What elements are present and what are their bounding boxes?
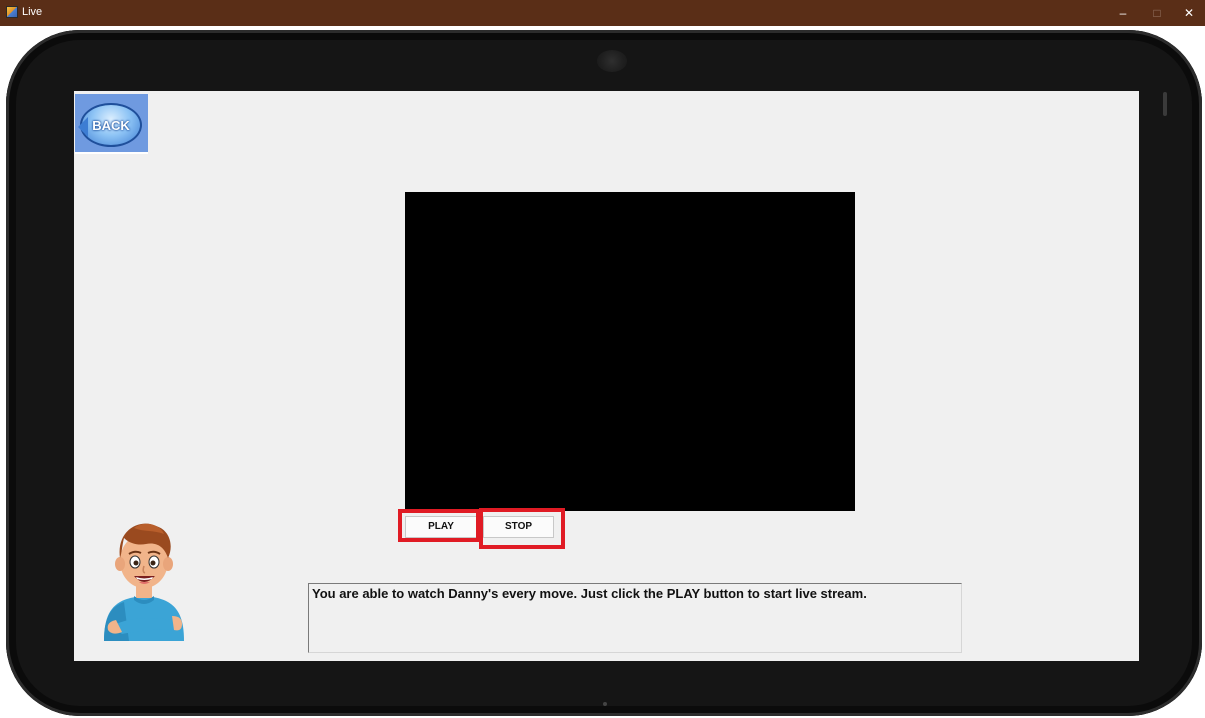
camera-icon	[597, 50, 627, 72]
back-arrow-icon: BACK	[78, 103, 142, 147]
app-icon	[6, 6, 18, 18]
tablet-home-dot	[603, 702, 607, 706]
tablet-side-button	[1163, 92, 1167, 116]
video-player[interactable]	[405, 192, 855, 511]
back-button-label: BACK	[92, 118, 130, 133]
close-button[interactable]: ✕	[1172, 0, 1205, 26]
character-illustration	[104, 523, 184, 641]
maximize-button[interactable]: □	[1140, 0, 1174, 26]
message-box: You are able to watch Danny's every move…	[308, 583, 962, 653]
play-button[interactable]: PLAY	[405, 516, 477, 538]
window-title: Live	[22, 6, 43, 18]
minimize-button[interactable]: –	[1106, 0, 1140, 26]
title-bar: Live – □ ✕	[0, 0, 1205, 26]
back-button[interactable]: BACK	[75, 94, 148, 154]
app-screen: BACK PLAY STOP You are able to watch Dan…	[74, 91, 1139, 661]
stop-button[interactable]: STOP	[483, 516, 554, 538]
